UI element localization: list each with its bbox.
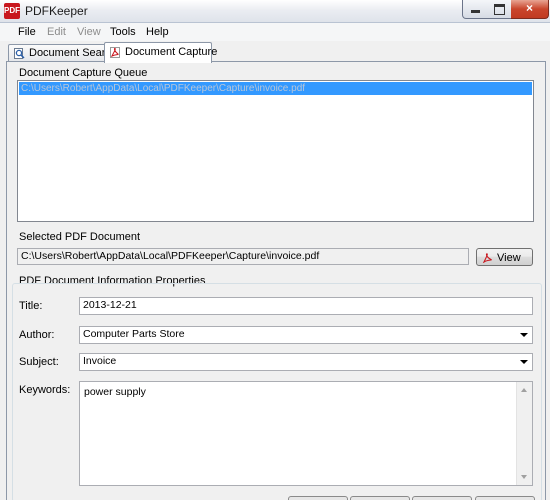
keywords-field[interactable]: power supply	[79, 381, 533, 486]
list-item[interactable]: C:\Users\Robert\AppData\Local\PDFKeeper\…	[19, 82, 532, 95]
chevron-down-icon[interactable]	[520, 333, 528, 337]
tab-strip: Document Search Document Capture	[0, 42, 550, 63]
menu-tools[interactable]: Tools	[110, 26, 136, 38]
selected-document-path-field[interactable]: C:\Users\Robert\AppData\Local\PDFKeeper\…	[17, 248, 469, 265]
author-combobox[interactable]: Computer Parts Store	[79, 326, 533, 344]
title-field[interactable]: 2013-12-21	[79, 297, 533, 315]
capture-queue-list[interactable]: C:\Users\Robert\AppData\Local\PDFKeeper\…	[17, 80, 534, 222]
tab-document-search[interactable]: Document Search	[8, 44, 117, 62]
maximize-icon	[494, 4, 505, 15]
author-label: Author:	[19, 329, 55, 341]
maximize-button[interactable]	[487, 0, 512, 19]
scroll-down-icon[interactable]	[521, 475, 527, 479]
minimize-icon	[471, 10, 480, 13]
close-icon: ×	[525, 1, 533, 15]
tab-document-capture[interactable]: Document Capture	[104, 42, 217, 63]
subject-value: Invoice	[83, 355, 117, 367]
title-bar[interactable]: PDF PDFKeeper ×	[0, 0, 550, 23]
window-title: PDFKeeper	[25, 4, 88, 18]
bottom-button-4[interactable]	[475, 496, 535, 500]
pdfkeeper-app-icon: PDF	[4, 3, 20, 19]
keywords-label: Keywords:	[19, 384, 71, 396]
selected-document-label: Selected PDF Document	[19, 231, 141, 243]
tab-label: Document Capture	[125, 46, 218, 58]
chevron-down-icon[interactable]	[520, 360, 528, 364]
minimize-button[interactable]	[462, 0, 489, 19]
pdf-icon	[110, 47, 120, 58]
scroll-up-icon[interactable]	[521, 388, 527, 392]
pdfkeeper-window: PDF PDFKeeper × File Edit View Tools Hel…	[0, 0, 550, 500]
author-value: Computer Parts Store	[83, 328, 185, 340]
menu-view[interactable]: View	[77, 26, 101, 38]
view-button-label: View	[497, 252, 521, 264]
bottom-button-2[interactable]	[350, 496, 410, 500]
keywords-scrollbar[interactable]	[516, 382, 532, 485]
pdf-icon	[483, 253, 492, 263]
menu-bar: File Edit View Tools Help	[0, 23, 550, 41]
bottom-button-3[interactable]	[412, 496, 472, 500]
close-button[interactable]: ×	[511, 0, 549, 19]
menu-file[interactable]: File	[18, 26, 36, 38]
search-document-icon	[14, 48, 25, 59]
keywords-value: power supply	[84, 386, 146, 398]
view-button[interactable]: View	[476, 248, 533, 266]
bottom-button-1[interactable]	[288, 496, 348, 500]
subject-combobox[interactable]: Invoice	[79, 353, 533, 371]
menu-help[interactable]: Help	[146, 26, 169, 38]
title-label: Title:	[19, 300, 43, 312]
capture-queue-label: Document Capture Queue	[19, 67, 148, 79]
subject-label: Subject:	[19, 356, 59, 368]
menu-edit[interactable]: Edit	[47, 26, 66, 38]
